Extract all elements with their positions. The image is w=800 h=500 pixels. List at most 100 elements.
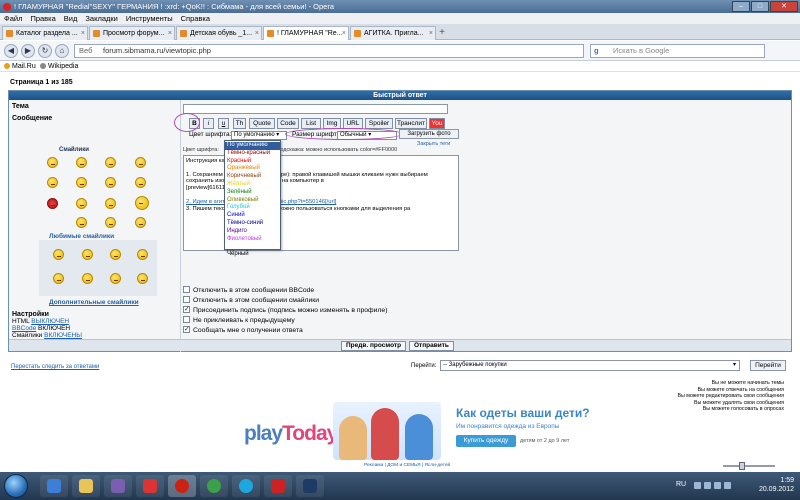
preview-button[interactable]: Предв. просмотр xyxy=(341,341,407,351)
smiley-icon[interactable] xyxy=(53,249,64,260)
translit-button[interactable]: Транслит xyxy=(395,118,427,129)
checkbox-box[interactable] xyxy=(183,296,190,303)
checkbox-box[interactable] xyxy=(183,316,190,323)
menu-file[interactable]: Файл xyxy=(4,13,22,24)
smiley-icon[interactable] xyxy=(82,273,93,284)
color-option[interactable]: Коричневый xyxy=(227,173,278,181)
color-option[interactable]: По умолчанию xyxy=(225,142,280,150)
tab-kids-shoes[interactable]: Детская обувь _1... × xyxy=(176,26,262,40)
banner-links[interactable]: Реклама | ДОМ и СЕМЬЯ | Ясли-детей xyxy=(364,463,450,468)
taskbar-explorer[interactable] xyxy=(72,475,100,497)
forward-icon[interactable]: ▶ xyxy=(21,44,35,58)
buy-clothes-button[interactable]: Купить одежду xyxy=(456,435,516,447)
bookmark-wikipedia[interactable]: Wikipedia xyxy=(40,61,78,72)
taskbar-ie[interactable] xyxy=(40,475,68,497)
reload-icon[interactable]: ↻ xyxy=(38,44,52,58)
tab-catalog[interactable]: Каталог раздела ... × xyxy=(2,26,88,40)
tab-agitka[interactable]: АГИТКА. Пригла... × xyxy=(350,26,436,40)
jump-select[interactable]: -- Зарубежные покупки ▾ xyxy=(440,360,740,371)
taskbar-opera[interactable] xyxy=(168,475,196,497)
smiley-icon[interactable] xyxy=(105,217,116,228)
spoiler-button[interactable]: Spoiler xyxy=(365,118,393,129)
smiley-icon[interactable] xyxy=(137,249,148,260)
bookmark-mailru[interactable]: Mail.Ru xyxy=(4,61,36,72)
upload-photo-button[interactable]: Загрузить фото xyxy=(399,129,459,139)
underline-button[interactable]: u xyxy=(218,118,229,129)
tab-close-icon[interactable]: × xyxy=(429,27,433,40)
color-option[interactable]: Тёмно-синий xyxy=(227,220,278,228)
smiley-icon[interactable] xyxy=(47,157,58,168)
smiley-icon[interactable] xyxy=(82,249,93,260)
checkbox-notify-reply[interactable]: Сообщать мне о получении ответа xyxy=(183,325,303,334)
checkbox-box[interactable] xyxy=(183,325,190,333)
home-icon[interactable]: ⌂ xyxy=(55,44,69,58)
tab-close-icon[interactable]: × xyxy=(168,27,172,40)
smiley-icon[interactable] xyxy=(135,217,146,228)
clock[interactable]: 1:59 20.09.2012 xyxy=(759,476,794,494)
taskbar-photoshop[interactable] xyxy=(296,475,324,497)
quote-button[interactable]: Quote xyxy=(249,118,275,129)
smiley-icon[interactable] xyxy=(76,198,87,209)
close-tags-link[interactable]: Закрыть теги xyxy=(417,141,450,147)
font-color-select[interactable]: По умолчанию ▾ xyxy=(231,131,287,140)
smiley-icon[interactable] xyxy=(135,177,146,188)
taskbar-yandex[interactable] xyxy=(136,475,164,497)
taskbar-chrome[interactable] xyxy=(200,475,228,497)
topic-input[interactable] xyxy=(183,104,448,114)
ad-banner[interactable]: playToday Как одеты ваши дети? Им понрав… xyxy=(228,402,608,468)
smiley-icon[interactable] xyxy=(47,177,58,188)
smiley-icon[interactable] xyxy=(76,217,87,228)
smiley-icon[interactable] xyxy=(135,157,146,168)
start-button-icon[interactable] xyxy=(4,474,28,498)
checkbox-box[interactable] xyxy=(183,286,190,293)
tab-forum-view[interactable]: Просмотр форум... × xyxy=(89,26,175,40)
sign-smiley-icon[interactable] xyxy=(135,196,149,210)
close-icon[interactable]: ✕ xyxy=(770,1,798,12)
angry-smiley-icon[interactable] xyxy=(47,198,58,209)
zoom-slider[interactable] xyxy=(705,461,797,471)
bbcode-link[interactable]: BBCode xyxy=(12,325,36,332)
search-field[interactable]: g Искать в Google xyxy=(590,44,765,58)
menu-tools[interactable]: Инструменты xyxy=(126,13,173,24)
color-option[interactable]: Чёрный xyxy=(227,251,278,259)
smiley-icon[interactable] xyxy=(110,273,121,284)
color-option[interactable]: Зелёный xyxy=(227,189,278,197)
italic-button[interactable]: i xyxy=(203,118,214,129)
color-option[interactable]: Тёмно-красный xyxy=(227,150,278,158)
checkbox-no-merge[interactable]: Не приклеивать к предыдущему xyxy=(183,316,295,324)
tab-glamour-active[interactable]: ! ГЛАМУРНАЯ "Re... × xyxy=(263,26,349,40)
smiley-icon[interactable] xyxy=(105,198,116,209)
color-option[interactable]: Жёлтый xyxy=(227,181,278,189)
checkbox-disable-smiles[interactable]: Отключить в этом сообщении смайлики xyxy=(183,296,319,304)
new-tab-icon[interactable]: + xyxy=(436,27,448,39)
address-field[interactable]: Веб forum.sibmama.ru/viewtopic.php xyxy=(74,44,584,58)
tab-close-icon[interactable]: × xyxy=(81,27,85,40)
go-button[interactable]: Перейти xyxy=(750,360,786,371)
minimize-icon[interactable]: – xyxy=(732,1,750,12)
smiles-status-link[interactable]: ВКЛЮЧЕНЫ xyxy=(44,332,82,339)
smiley-icon[interactable] xyxy=(105,157,116,168)
back-icon[interactable]: ◀ xyxy=(4,44,18,58)
taskbar-media[interactable] xyxy=(104,475,132,497)
taskbar-skype[interactable] xyxy=(232,475,260,497)
tray-volume-icon[interactable] xyxy=(714,482,721,489)
maximize-icon[interactable]: □ xyxy=(751,1,769,12)
tray-arrow-icon[interactable] xyxy=(724,482,731,489)
menu-view[interactable]: Вид xyxy=(64,13,78,24)
more-smiles-link[interactable]: Дополнительные смайлики xyxy=(49,299,139,306)
html-status-link[interactable]: ВЫКЛЮЧЕН xyxy=(31,318,69,325)
th-button[interactable]: Th xyxy=(233,118,246,129)
menu-help[interactable]: Справка xyxy=(181,13,210,24)
menu-edit[interactable]: Правка xyxy=(30,13,55,24)
smiley-icon[interactable] xyxy=(53,273,64,284)
language-indicator[interactable]: RU xyxy=(676,481,686,488)
tray-network-icon[interactable] xyxy=(704,482,711,489)
send-button[interactable]: Отправить xyxy=(409,341,454,351)
stop-watching-link[interactable]: Перестать следить за ответами xyxy=(11,364,99,370)
color-option[interactable]: Синий xyxy=(227,212,278,220)
menu-bookmarks[interactable]: Закладки xyxy=(85,13,117,24)
tab-close-icon[interactable]: × xyxy=(255,27,259,40)
color-option[interactable]: Голубой xyxy=(227,204,278,212)
code-button[interactable]: Code xyxy=(277,118,299,129)
list-button[interactable]: List xyxy=(301,118,321,129)
